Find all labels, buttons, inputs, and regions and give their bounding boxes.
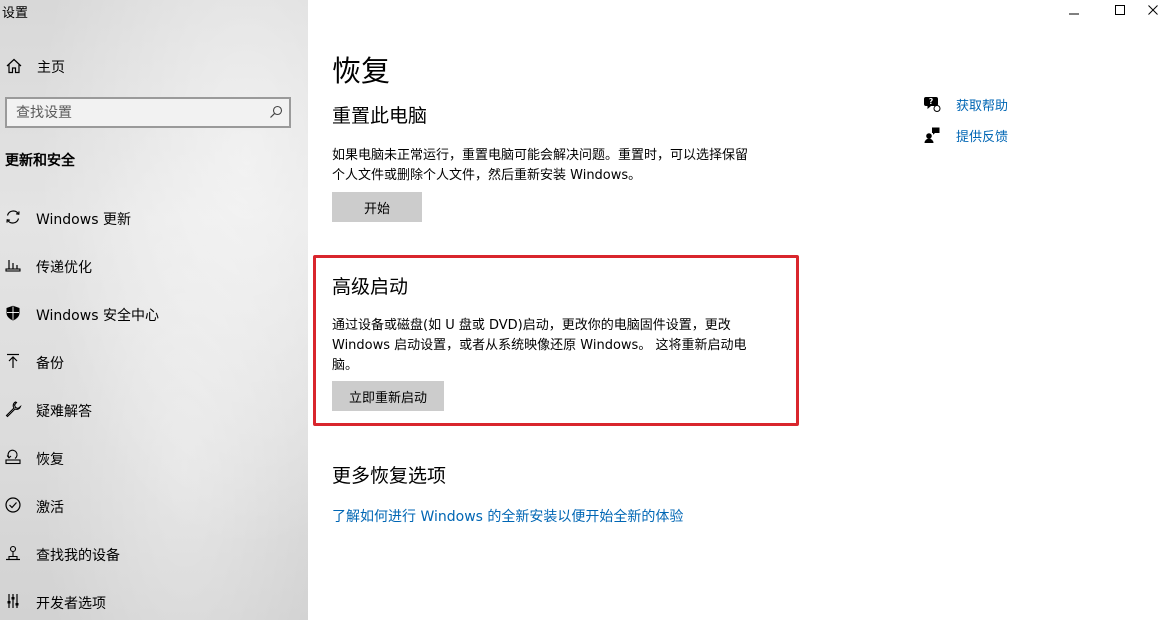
sidebar-item-label: 传递优化 xyxy=(36,260,92,276)
feedback-link[interactable]: 提供反馈 xyxy=(956,126,1008,145)
maximize-icon xyxy=(1115,5,1125,15)
sidebar-item-label: Windows 安全中心 xyxy=(36,308,159,324)
reset-description-line: 个人文件或删除个人文件，然后重新安装 Windows。 xyxy=(332,168,642,183)
minimize-icon xyxy=(1069,13,1079,15)
sidebar-item-activation[interactable]: 激活 xyxy=(0,486,308,526)
search-icon[interactable] xyxy=(269,105,283,119)
sidebar-item-label: 疑难解答 xyxy=(36,404,92,420)
sidebar-item-delivery-optimization[interactable]: 传递优化 xyxy=(0,246,308,286)
search-box[interactable] xyxy=(5,97,291,128)
reset-description-line: 如果电脑未正常运行，重置电脑可能会解决问题。重置时，可以选择保留 xyxy=(332,148,749,163)
find-device-icon xyxy=(6,545,20,561)
advanced-description-line: 脑。 xyxy=(332,358,359,373)
sidebar-item-developer-options[interactable]: 开发者选项 xyxy=(0,582,308,620)
get-started-button[interactable]: 开始 xyxy=(332,192,422,222)
sidebar-item-windows-update[interactable]: Windows 更新 xyxy=(0,198,308,238)
sidebar-item-backup[interactable]: 备份 xyxy=(0,342,308,382)
advanced-startup-description: 通过设备或磁盘(如 U 盘或 DVD)启动，更改你的电脑固件设置，更改 Wind… xyxy=(332,316,787,376)
activation-icon xyxy=(5,497,21,513)
svg-text:?: ? xyxy=(929,97,933,106)
delivery-optimization-icon xyxy=(5,260,21,272)
advanced-description-line: 通过设备或磁盘(如 U 盘或 DVD)启动，更改你的电脑固件设置，更改 xyxy=(332,318,731,333)
sidebar-item-label: 激活 xyxy=(36,500,64,516)
page-title: 恢复 xyxy=(332,54,391,88)
sidebar-item-recovery[interactable]: 恢复 xyxy=(0,438,308,478)
sidebar-item-label: 查找我的设备 xyxy=(36,548,120,564)
refresh-icon xyxy=(6,210,20,224)
fresh-install-link[interactable]: 了解如何进行 Windows 的全新安装以便开始全新的体验 xyxy=(332,506,683,526)
minimize-button[interactable] xyxy=(1051,0,1097,20)
close-button[interactable] xyxy=(1130,0,1176,20)
shield-icon xyxy=(6,305,20,321)
get-help-icon: ? xyxy=(924,97,941,112)
backup-icon xyxy=(7,353,19,368)
sidebar-item-find-my-device[interactable]: 查找我的设备 xyxy=(0,534,308,574)
search-input[interactable] xyxy=(7,99,257,126)
sidebar-item-home[interactable]: 主页 xyxy=(0,50,308,82)
sidebar-item-label: 恢复 xyxy=(36,452,64,468)
recovery-icon xyxy=(5,449,21,465)
reset-description: 如果电脑未正常运行，重置电脑可能会解决问题。重置时，可以选择保留 个人文件或删除… xyxy=(332,146,787,186)
restart-now-button[interactable]: 立即重新启动 xyxy=(332,381,444,411)
more-recovery-heading: 更多恢复选项 xyxy=(332,465,447,487)
reset-heading: 重置此电脑 xyxy=(332,105,428,127)
window-title: 设置 xyxy=(2,6,29,21)
advanced-description-line: Windows 启动设置，或者从系统映像还原 Windows。 这将重新启动电 xyxy=(332,338,747,353)
sidebar-item-label: 开发者选项 xyxy=(36,596,106,612)
home-icon xyxy=(6,58,22,74)
get-help-link[interactable]: 获取帮助 xyxy=(956,95,1008,114)
sidebar-item-label: 备份 xyxy=(36,356,64,372)
sidebar: 设置 主页 更新和安全 Windows 更新 传递优化 xyxy=(0,0,308,620)
sidebar-item-label: Windows 更新 xyxy=(36,212,131,228)
sidebar-item-troubleshoot[interactable]: 疑难解答 xyxy=(0,390,308,430)
developer-icon xyxy=(7,594,19,608)
sidebar-item-windows-security[interactable]: Windows 安全中心 xyxy=(0,294,308,334)
sidebar-item-label: 主页 xyxy=(37,60,65,76)
advanced-startup-heading: 高级启动 xyxy=(332,276,409,298)
section-title: 更新和安全 xyxy=(5,153,75,169)
close-icon xyxy=(1148,5,1158,15)
wrench-icon xyxy=(5,401,22,418)
feedback-icon xyxy=(924,127,940,143)
